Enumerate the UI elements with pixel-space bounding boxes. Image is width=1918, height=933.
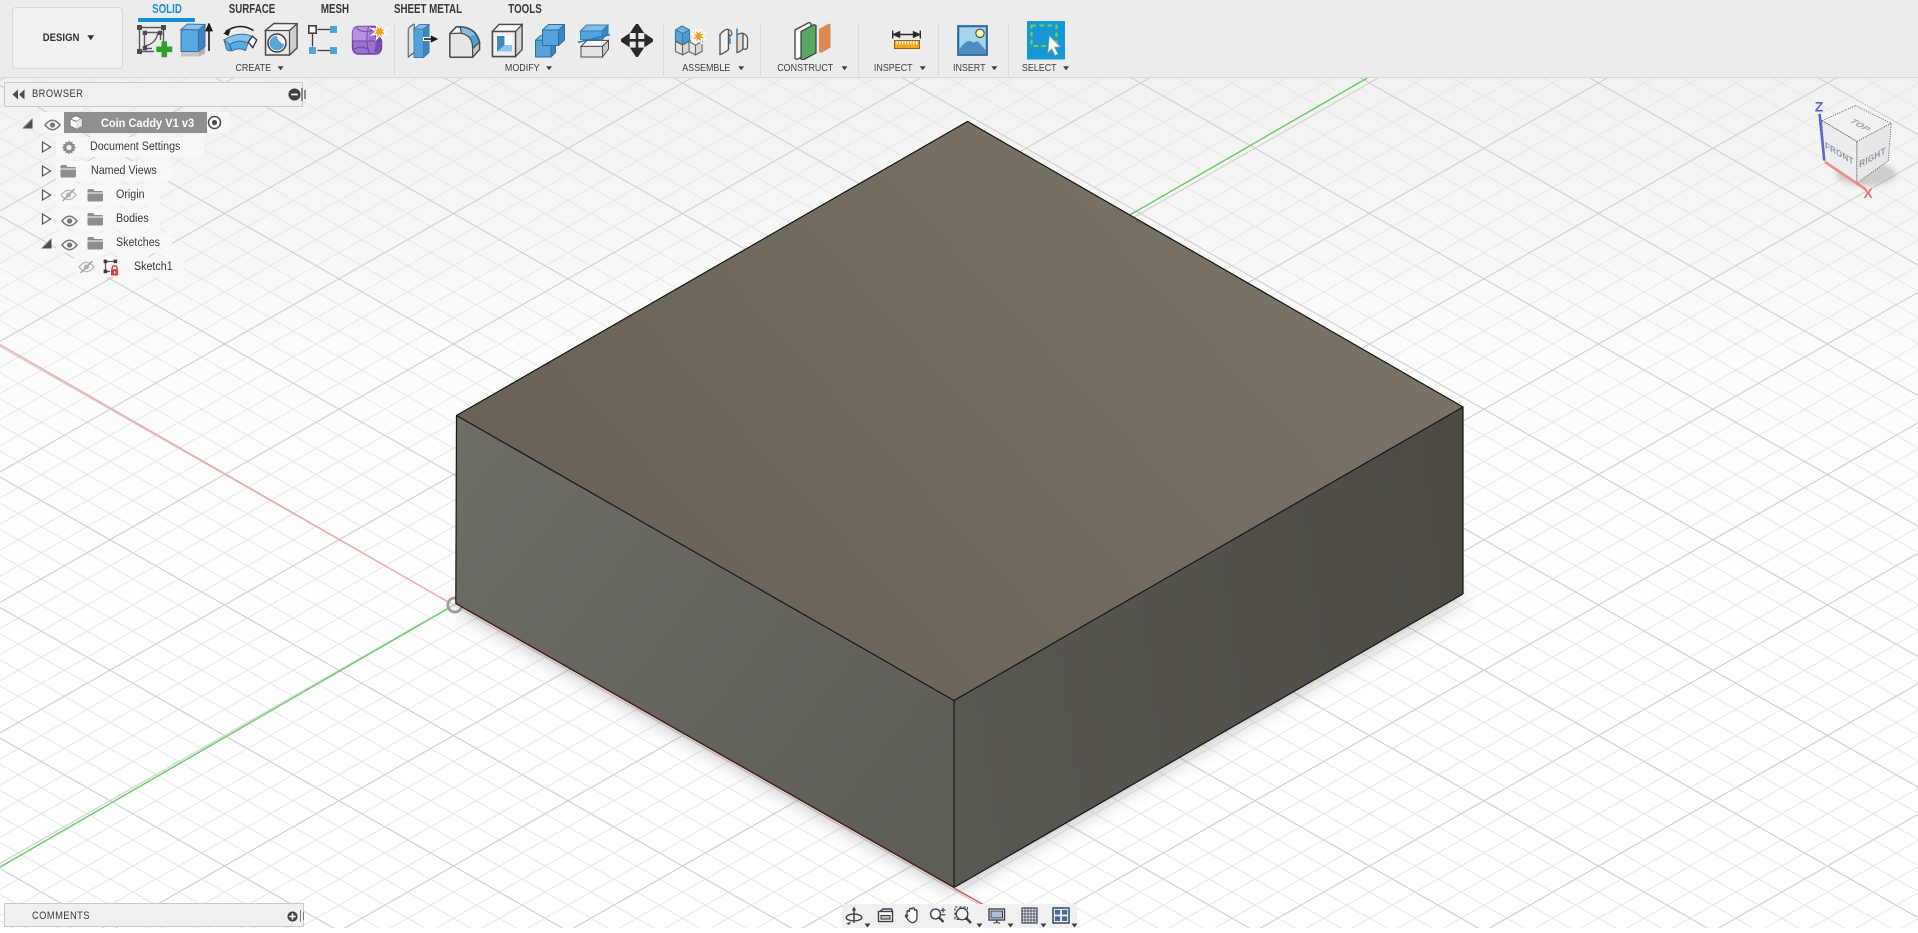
svg-text:Z: Z	[1815, 99, 1824, 115]
svg-text:X: X	[1863, 185, 1873, 201]
